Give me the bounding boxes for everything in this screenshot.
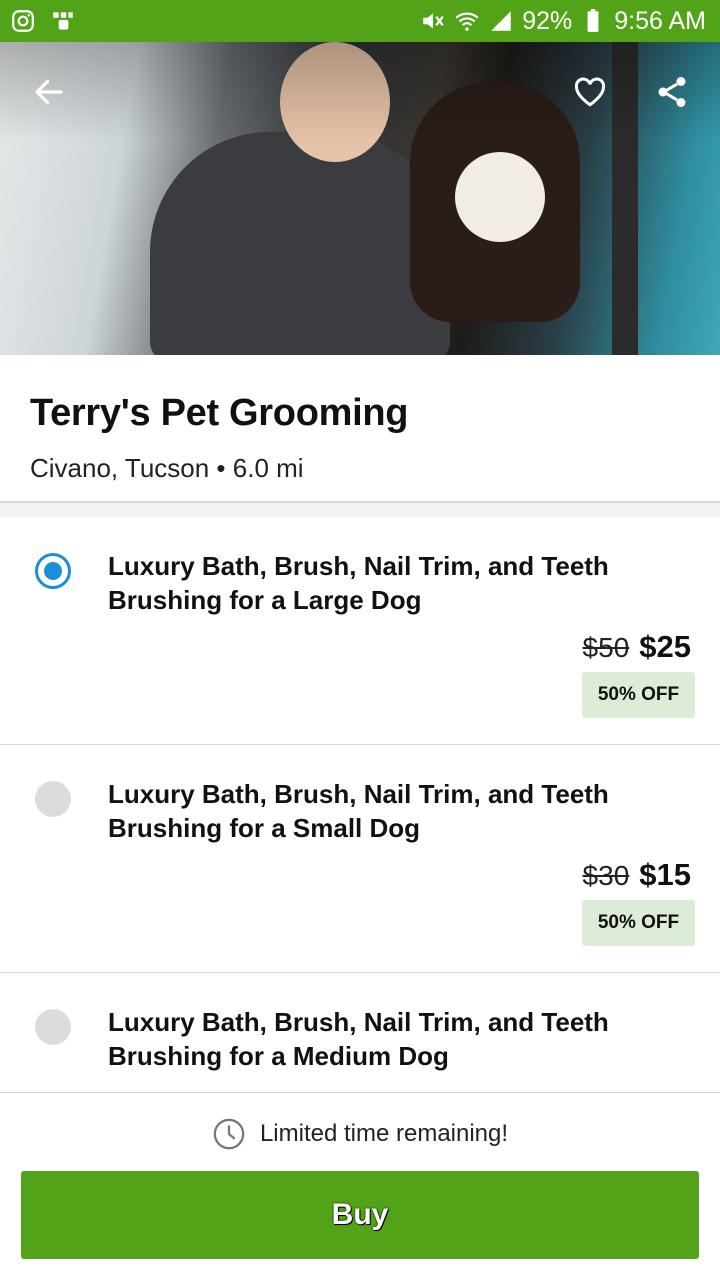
merchant-header: Terry's Pet Grooming Civano, Tucson • 6.…: [0, 355, 720, 503]
battery-icon: [580, 8, 606, 34]
status-bar: 92% 9:56 AM: [0, 0, 720, 42]
option-title: Luxury Bath, Brush, Nail Trim, and Teeth…: [108, 1007, 609, 1071]
option-title: Luxury Bath, Brush, Nail Trim, and Teeth…: [108, 779, 609, 843]
clock: 9:56 AM: [614, 6, 706, 35]
option-title: Luxury Bath, Brush, Nail Trim, and Teeth…: [108, 551, 609, 615]
discount-badge: 50% OFF: [582, 900, 695, 946]
original-price: $30: [582, 860, 630, 891]
price-row: $50 $25: [583, 629, 691, 665]
back-button[interactable]: [27, 70, 71, 114]
original-price: $50: [582, 632, 630, 663]
favorite-button[interactable]: [568, 70, 612, 114]
app-icon: [50, 8, 76, 34]
battery-level: 92%: [522, 6, 573, 35]
signal-icon: [488, 8, 514, 34]
back-arrow-icon: [31, 74, 67, 110]
dog-chest-image: [455, 152, 545, 242]
deal-option-large-dog[interactable]: Luxury Bath, Brush, Nail Trim, and Teeth…: [0, 517, 720, 745]
heart-icon: [572, 74, 608, 110]
option-radio-selected[interactable]: [35, 553, 71, 589]
wifi-icon: [454, 8, 480, 34]
discount-badge: 50% OFF: [582, 672, 695, 718]
clock-icon: [212, 1117, 246, 1151]
hero-toolbar: [0, 42, 720, 142]
buy-panel: Limited time remaining! Buy: [0, 1092, 720, 1280]
sale-price: $25: [639, 629, 691, 664]
deal-option-small-dog[interactable]: Luxury Bath, Brush, Nail Trim, and Teeth…: [0, 745, 720, 973]
merchant-name: Terry's Pet Grooming: [30, 392, 409, 434]
instagram-icon: [10, 8, 36, 34]
time-remaining: Limited time remaining!: [0, 1117, 720, 1151]
price-row: $30 $15: [583, 857, 691, 893]
hero-image: [0, 42, 720, 355]
mute-icon: [420, 8, 446, 34]
buy-button[interactable]: Buy: [21, 1171, 699, 1259]
merchant-location: Civano, Tucson • 6.0 mi: [30, 453, 304, 483]
option-radio[interactable]: [35, 1009, 71, 1045]
share-button[interactable]: [650, 70, 694, 114]
sale-price: $15: [639, 857, 691, 892]
timer-text: Limited time remaining!: [259, 1120, 509, 1147]
groomer-image: [150, 132, 450, 355]
option-radio[interactable]: [35, 781, 71, 817]
share-icon: [654, 74, 690, 110]
